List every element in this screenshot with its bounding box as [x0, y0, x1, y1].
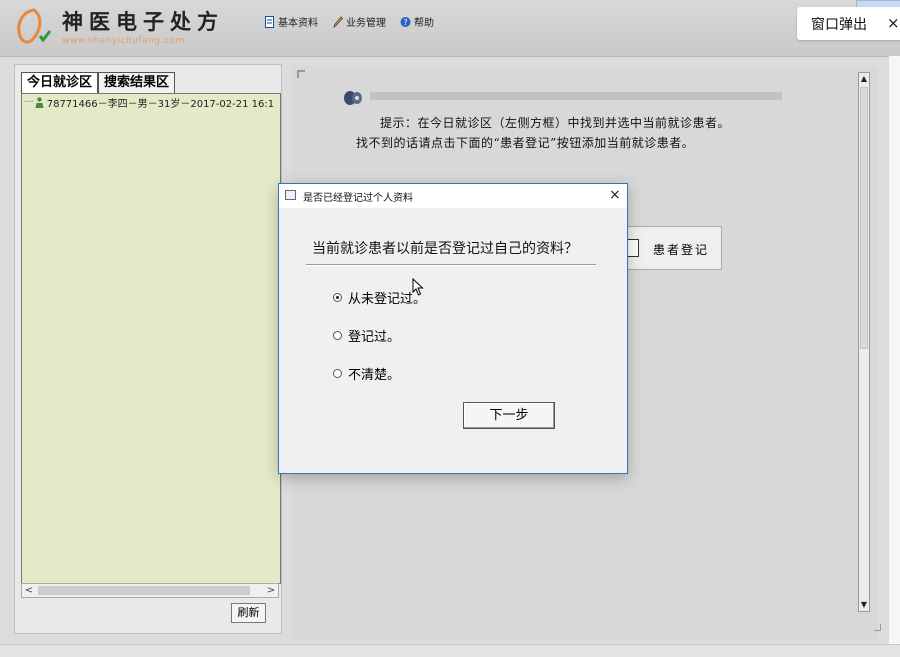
register-label: 患者登记: [653, 243, 710, 257]
radio-button[interactable]: [333, 331, 342, 340]
window-right-edge: [889, 56, 900, 656]
resize-grip-icon[interactable]: [874, 624, 881, 631]
hint-text-line2: 找不到的话请点击下面的“患者登记”按钮添加当前就诊患者。: [356, 136, 695, 150]
corner-mark: [297, 70, 305, 78]
scroll-thumb[interactable]: [38, 586, 250, 595]
dialog-title: 是否已经登记过个人资料: [303, 193, 413, 204]
option-registered[interactable]: 登记过。: [333, 326, 400, 345]
tab-today[interactable]: 今日就诊区: [21, 72, 99, 93]
dialog-titlebar: 是否已经登记过个人资料 ×: [279, 184, 627, 208]
nav-business[interactable]: 业务管理: [332, 14, 386, 29]
document-icon: [265, 15, 274, 28]
tab-search-results[interactable]: 搜索结果区: [98, 72, 176, 93]
patient-register-button[interactable]: 患者登记: [624, 226, 722, 270]
nav-basic-info[interactable]: 基本资料: [264, 14, 318, 29]
patient-label: 78771466－李四－男－31岁－2017-02-21 16:1: [46, 99, 275, 110]
divider: [306, 264, 596, 266]
mouse-cursor-icon: [412, 278, 424, 296]
app-header: 神医电子处方 www.shenyichufang.com 基本资料 业务管理 ?…: [0, 0, 900, 57]
option-label: 登记过。: [348, 330, 401, 345]
pen-icon: [333, 15, 343, 28]
vertical-scrollbar[interactable]: ▲ ▼: [858, 72, 870, 612]
help-icon: ?: [400, 16, 411, 27]
hint-bar: [370, 92, 782, 100]
next-step-button[interactable]: 下一步: [463, 402, 555, 429]
horizontal-scrollbar[interactable]: < >: [21, 583, 279, 598]
tree-connector: ····: [24, 97, 34, 108]
scroll-right-icon[interactable]: >: [264, 584, 278, 597]
logo-icon: [17, 8, 52, 44]
status-strip: [0, 644, 900, 657]
patient-tree: ···· 78771466－李四－男－31岁－2017-02-21 16:1: [21, 93, 281, 584]
patient-tree-item[interactable]: ···· 78771466－李四－男－31岁－2017-02-21 16:1: [24, 95, 274, 110]
hint-text-line1: 提示：在今日就诊区（左侧方框）中找到并选中当前就诊患者。: [380, 116, 731, 130]
patient-tabs: 今日就诊区 搜索结果区: [21, 72, 176, 93]
radio-button[interactable]: [333, 369, 342, 378]
option-unsure[interactable]: 不清楚。: [333, 364, 400, 383]
scroll-up-icon[interactable]: ▲: [859, 73, 869, 85]
scroll-thumb[interactable]: [860, 87, 868, 349]
patient-panel: 今日就诊区 搜索结果区 ···· 78771466－李四－男－31岁－2017-…: [14, 64, 282, 634]
refresh-button[interactable]: 刷新: [231, 603, 266, 623]
nav-label: 帮助: [414, 18, 434, 29]
dialog-close-icon[interactable]: ×: [609, 187, 621, 203]
person-icon: [35, 97, 44, 108]
app-url: www.shenyichufang.com: [62, 36, 185, 46]
radio-button[interactable]: [333, 293, 342, 302]
dialog-question: 当前就诊患者以前是否登记过自己的资料？: [312, 241, 578, 257]
top-nav: 基本资料 业务管理 ? 帮助: [264, 14, 434, 29]
svg-text:?: ?: [403, 18, 407, 27]
document-icon: [627, 239, 639, 257]
scroll-down-icon[interactable]: ▼: [859, 599, 869, 611]
nav-label: 业务管理: [346, 18, 386, 29]
scroll-left-icon[interactable]: <: [22, 584, 36, 597]
option-label: 不清楚。: [348, 368, 401, 383]
nav-help[interactable]: ? 帮助: [400, 14, 434, 29]
popup-label: 窗口弹出: [811, 16, 867, 33]
popup-window-button[interactable]: 窗口弹出 ×: [797, 7, 900, 40]
popup-close-icon[interactable]: ×: [887, 14, 900, 32]
app-title: 神医电子处方: [62, 9, 224, 34]
nav-label: 基本资料: [278, 18, 318, 29]
registration-check-dialog: 是否已经登记过个人资料 × 当前就诊患者以前是否登记过自己的资料？ 从未登记过。…: [278, 183, 628, 474]
hint-icon: [344, 91, 362, 105]
window-icon: [285, 190, 296, 200]
